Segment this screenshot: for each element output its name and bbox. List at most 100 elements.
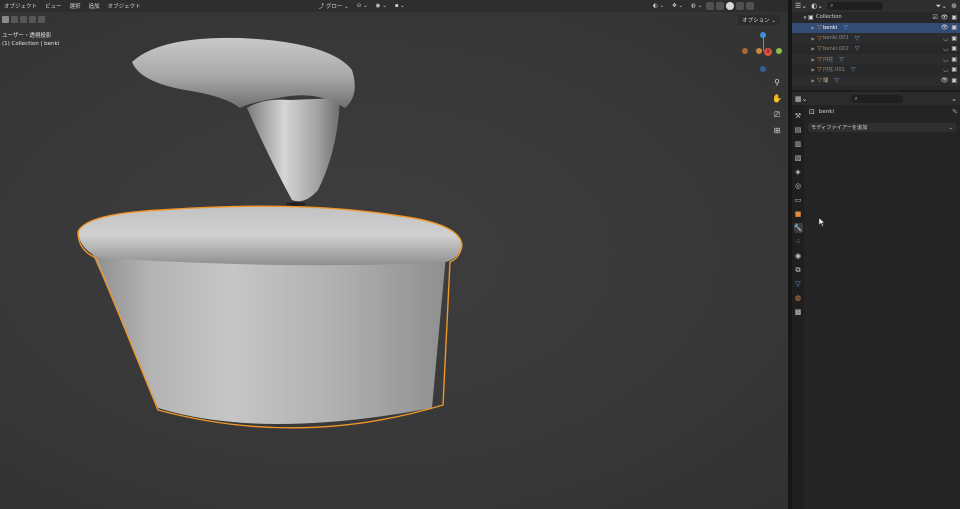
- gizmo-neg-x-axis[interactable]: [742, 48, 748, 54]
- chevron-down-icon[interactable]: ⌄: [951, 95, 957, 103]
- 3d-viewport[interactable]: オブジェクト ビュー 選択 追加 オブジェクト ⤴ グロー ⌄ ⊙ ⌄ ◉ ⌄ …: [0, 0, 788, 509]
- properties-search-input[interactable]: ⌕: [851, 94, 904, 103]
- options-dropdown[interactable]: オプション ⌄: [738, 15, 780, 25]
- shading-rendered-button[interactable]: [746, 2, 755, 10]
- object-tab-icon[interactable]: ■: [794, 209, 803, 219]
- select-mode-subtract-icon[interactable]: [20, 15, 27, 23]
- mesh-object-icon: ▽: [817, 24, 822, 32]
- editor-type-icon[interactable]: ☰⌄: [795, 2, 807, 10]
- grid-icon[interactable]: ⊞: [772, 126, 782, 136]
- filter-icon[interactable]: ⏷⌄: [936, 2, 947, 11]
- snap-toggle[interactable]: ◉ ⌄: [372, 3, 391, 9]
- camera-icon[interactable]: ▣: [951, 77, 957, 84]
- xray-toggle[interactable]: [706, 2, 715, 10]
- overlay-toggle-icon[interactable]: ◍ ⌄: [687, 3, 706, 9]
- shading-wireframe-button[interactable]: [716, 2, 725, 10]
- menu-select[interactable]: 選択: [66, 2, 85, 10]
- outliner-item-sphere[interactable]: ▶ ▽ 球 ▽ 👁 ▣: [792, 75, 960, 86]
- scene-tab-icon[interactable]: ◈: [794, 167, 803, 177]
- camera-icon[interactable]: ▣: [951, 66, 957, 73]
- particles-tab-icon[interactable]: ⁘: [794, 237, 803, 247]
- collection-row-toggles: ☑ 👁 ▣: [932, 14, 957, 21]
- mesh-data-icon: ▽: [854, 45, 860, 53]
- pan-hand-icon[interactable]: ✋: [772, 94, 782, 104]
- data-tab-icon[interactable]: ▽: [794, 279, 803, 289]
- modifier-tab-icon[interactable]: 🔧: [793, 223, 803, 233]
- editor-type-icon[interactable]: ▦⌄: [795, 95, 807, 103]
- camera-icon[interactable]: ▣: [951, 35, 957, 42]
- mesh-data-icon: ▽: [839, 55, 845, 63]
- display-mode-icon[interactable]: ◐⌄: [811, 2, 823, 10]
- pin-icon[interactable]: ✎: [952, 108, 958, 116]
- collection-icon: ▣: [808, 13, 814, 21]
- mode-selector[interactable]: オブジェクト: [0, 2, 41, 10]
- outliner-item-name: benki.002: [823, 45, 849, 52]
- physics-tab-icon[interactable]: ◉: [794, 251, 803, 261]
- transform-orientation-label: グロー: [325, 4, 343, 10]
- eye-closed-icon[interactable]: ◡: [943, 35, 948, 42]
- zoom-icon[interactable]: ⚲: [772, 78, 782, 88]
- eye-icon[interactable]: 👁: [941, 24, 949, 31]
- render-tab-icon[interactable]: ▤: [794, 125, 803, 135]
- checkbox-icon[interactable]: ☑: [932, 14, 937, 21]
- select-mode-intersect-icon[interactable]: [38, 15, 45, 23]
- mesh-object-icon: ▽: [817, 34, 822, 42]
- shading-solid-button[interactable]: [726, 2, 735, 10]
- collection-tab-icon[interactable]: ▭: [794, 195, 803, 205]
- scene-render[interactable]: [0, 0, 788, 509]
- gizmo-x-axis[interactable]: X: [764, 48, 772, 56]
- select-mode-extend-icon[interactable]: [11, 15, 18, 23]
- eye-icon[interactable]: 👁: [941, 77, 949, 84]
- menu-view[interactable]: ビュー: [41, 2, 66, 10]
- new-collection-icon[interactable]: ⊕: [951, 2, 957, 10]
- options-label: オプション: [742, 18, 770, 24]
- properties-tab-bar: ⚒ ▤ ▥ ▧ ◈ ◎ ▭ ■ 🔧 ⁘ ◉ ⧉ ▽ ◍ ▩: [792, 105, 804, 509]
- outliner-panel: ☰⌄ ◐⌄ ⌕ ⏷⌄ ⊕ ▼ ▣ Collection ☑ 👁 ▣ ▶ ▽ benk…: [792, 0, 960, 90]
- outliner-collection-row[interactable]: ▼ ▣ Collection ☑ 👁 ▣: [792, 12, 960, 23]
- gizmo-y-axis[interactable]: [776, 48, 782, 54]
- view-layer-tab-icon[interactable]: ▧: [794, 153, 803, 163]
- outliner-item-cylinder-001[interactable]: ▶ ▽ 円柱.001 ▽ ◡ ▣: [792, 65, 960, 76]
- shading-material-button[interactable]: [736, 2, 745, 10]
- outliner-item-name: 円柱.001: [823, 67, 845, 74]
- camera-icon[interactable]: ▣: [951, 14, 957, 21]
- pivot-point-dropdown[interactable]: ⊙ ⌄: [353, 3, 372, 9]
- gizmo-toggle-icon[interactable]: ✥ ⌄: [668, 3, 687, 9]
- outliner-item-benki[interactable]: ▶ ▽ benki ▽ 👁 ▣: [792, 22, 960, 33]
- material-tab-icon[interactable]: ◍: [794, 293, 803, 303]
- navigation-gizmo[interactable]: X: [740, 28, 784, 76]
- gizmo-z-axis[interactable]: [760, 32, 766, 38]
- eye-closed-icon[interactable]: ◡: [943, 56, 948, 63]
- visibility-icon[interactable]: ◐ ⌄: [649, 3, 668, 9]
- transform-orientation-dropdown[interactable]: ⤴ グロー ⌄: [315, 2, 353, 10]
- camera-icon[interactable]: ⎚: [772, 110, 782, 120]
- gizmo-neg-y-axis[interactable]: [756, 48, 762, 54]
- menu-add[interactable]: 追加: [85, 2, 104, 10]
- outliner-item-cylinder[interactable]: ▶ ▽ 円柱 ▽ ◡ ▣: [792, 54, 960, 65]
- select-mode-new-icon[interactable]: [2, 15, 9, 23]
- camera-icon[interactable]: ▣: [951, 24, 957, 31]
- outliner-search-input[interactable]: ⌕: [827, 2, 884, 10]
- tool-tab-icon[interactable]: ⚒: [794, 111, 803, 121]
- texture-tab-icon[interactable]: ▩: [794, 307, 803, 317]
- eye-closed-icon[interactable]: ◡: [943, 45, 948, 52]
- camera-icon[interactable]: ▣: [951, 56, 957, 63]
- menu-object[interactable]: オブジェクト: [104, 2, 145, 10]
- world-tab-icon[interactable]: ◎: [794, 181, 803, 191]
- eye-icon[interactable]: 👁: [941, 14, 949, 21]
- mesh-data-icon: ▽: [843, 24, 848, 32]
- proportional-edit-toggle[interactable]: ▪ ⌄: [391, 3, 409, 9]
- add-modifier-button[interactable]: モディファイアーを追加 ⌄: [808, 123, 956, 132]
- outliner-item-benki-002[interactable]: ▶ ▽ benki.002 ▽ ◡ ▣: [792, 44, 960, 55]
- mesh-object-icon: ▽: [817, 45, 822, 53]
- outliner-item-benki-001[interactable]: ▶ ▽ benki.001 ▽ ◡ ▣: [792, 33, 960, 44]
- outliner-item-name: benki: [823, 24, 838, 31]
- select-mode-invert-icon[interactable]: [29, 15, 36, 23]
- eye-closed-icon[interactable]: ◡: [943, 66, 948, 73]
- sphere-object: [132, 37, 355, 206]
- camera-icon[interactable]: ▣: [951, 45, 957, 52]
- properties-panel: ▦⌄ ⌕ ⌄ ⚒ ▤ ▥ ▧ ◈ ◎ ▭ ■ 🔧 ⁘ ◉ ⧉ ▽ ◍ ▩ ⊡ b…: [792, 92, 960, 509]
- gizmo-neg-z-axis[interactable]: [760, 66, 766, 72]
- constraints-tab-icon[interactable]: ⧉: [794, 265, 803, 275]
- output-tab-icon[interactable]: ▥: [794, 139, 803, 149]
